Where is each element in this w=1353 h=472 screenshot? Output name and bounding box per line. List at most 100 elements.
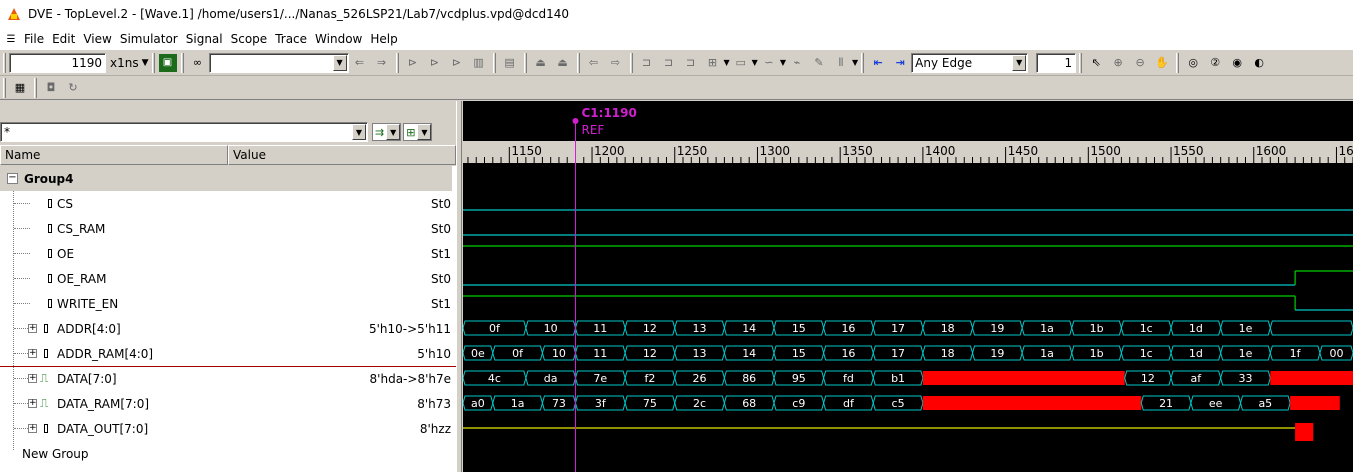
run-icon[interactable]: ⊳: [447, 53, 467, 73]
toolbar-grip[interactable]: [395, 52, 399, 73]
toolbar-grip[interactable]: [1079, 52, 1083, 73]
signal-type-filter[interactable]: ⇉ ▼: [372, 123, 402, 141]
signal-row[interactable]: + ADDR[4:0] 5'h10->5'h11: [0, 316, 456, 341]
name-column-header[interactable]: Name: [0, 145, 228, 165]
stop-icon[interactable]: ▥: [469, 53, 489, 73]
menu-help[interactable]: Help: [366, 32, 401, 46]
menu-simulator[interactable]: Simulator: [116, 32, 182, 46]
menu-edit[interactable]: Edit: [48, 32, 79, 46]
zoom-2-icon[interactable]: ②: [1205, 53, 1225, 73]
filter-input[interactable]: * ▼: [0, 122, 368, 142]
signal-row[interactable]: + ADDR_RAM[4:0] 5'h10: [0, 341, 456, 366]
chevron-down-icon[interactable]: ▼: [724, 58, 730, 67]
toolbar-grip[interactable]: [3, 52, 6, 73]
collapse-icon[interactable]: −: [7, 173, 18, 184]
toolbar-grip[interactable]: [523, 52, 527, 73]
toolbar-grip[interactable]: [629, 52, 633, 73]
edge-select[interactable]: Any Edge ▼: [911, 52, 1029, 73]
chevron-down-icon[interactable]: ▼: [332, 54, 347, 71]
signal-value: 8'h73: [417, 396, 451, 411]
schematic-icon[interactable]: ⊞: [703, 53, 723, 73]
prev-edge-icon[interactable]: ⇤: [868, 53, 888, 73]
chevron-down-icon[interactable]: ▼: [780, 58, 786, 67]
pan-hand-icon[interactable]: ✋: [1152, 53, 1172, 73]
chevron-down-icon[interactable]: ▼: [752, 58, 758, 67]
new-group-row[interactable]: New Group: [0, 441, 456, 466]
expand-icon[interactable]: +: [28, 399, 37, 408]
pencil-icon[interactable]: ✎: [809, 53, 829, 73]
zoom-full-icon[interactable]: ◐: [1249, 53, 1269, 73]
expand-icon[interactable]: +: [28, 324, 37, 333]
menu-scope[interactable]: Scope: [227, 32, 272, 46]
toolbar-grip[interactable]: [861, 52, 865, 73]
binoculars-icon[interactable]: ∞: [188, 53, 208, 73]
menu-window[interactable]: Window: [311, 32, 366, 46]
expand-icon[interactable]: +: [28, 374, 37, 383]
scope-icon[interactable]: ▣: [158, 53, 177, 72]
signal-row[interactable]: CS St0: [0, 191, 456, 216]
search-input[interactable]: ▼: [208, 52, 349, 73]
menu-view[interactable]: View: [79, 32, 115, 46]
toolbar-grip[interactable]: [3, 77, 6, 98]
toolbar-grip[interactable]: [1176, 52, 1180, 73]
eject-icon[interactable]: ⏏: [531, 53, 551, 73]
trace-x-icon[interactable]: ⊐: [681, 53, 701, 73]
zoom-area-icon[interactable]: ◉: [1227, 53, 1247, 73]
view-type-filter[interactable]: ⊞ ▼: [403, 123, 433, 141]
signal-value: St1: [431, 246, 451, 261]
path-icon[interactable]: ▭: [731, 53, 751, 73]
menu-signal[interactable]: Signal: [182, 32, 227, 46]
refresh-icon[interactable]: ↻: [63, 78, 83, 98]
chevron-down-icon[interactable]: ▼: [852, 58, 858, 67]
chip-icon[interactable]: ▦: [10, 78, 30, 98]
zoom-fit-icon[interactable]: ◎: [1183, 53, 1203, 73]
toolbar-grip[interactable]: [492, 52, 496, 73]
edge-count-input[interactable]: 1: [1036, 52, 1077, 73]
eject-all-icon[interactable]: ⏏: [553, 53, 573, 73]
time-unit-select[interactable]: x1ns ▼: [110, 56, 149, 70]
signal-row[interactable]: + DATA_OUT[7:0] 8'hzz: [0, 416, 456, 441]
toolbar-grip[interactable]: [34, 77, 37, 98]
chevron-down-icon[interactable]: ▼: [352, 124, 366, 140]
waveform-icon[interactable]: ∽: [759, 53, 779, 73]
signal-row[interactable]: + ⎍ DATA_RAM[7:0] 8'h73: [0, 391, 456, 416]
toolbar-grip[interactable]: [151, 52, 155, 73]
expand-icon[interactable]: +: [28, 424, 37, 433]
mark-icon[interactable]: ⌁: [787, 53, 807, 73]
bus-value-label: 10: [544, 322, 558, 335]
forward-icon[interactable]: ⇨: [606, 53, 626, 73]
find-next-icon[interactable]: ⇒: [372, 53, 392, 73]
bus-value-label: 4c: [488, 372, 501, 385]
toolbar-grip[interactable]: [576, 52, 580, 73]
next-edge-icon[interactable]: ⇥: [890, 53, 910, 73]
pane-splitter[interactable]: [456, 101, 462, 472]
step-icon[interactable]: ⊳: [403, 53, 423, 73]
expand-icon[interactable]: +: [28, 349, 37, 358]
next-icon[interactable]: ⊳: [425, 53, 445, 73]
chevron-down-icon[interactable]: ▼: [1012, 54, 1027, 71]
breakpoint-icon[interactable]: ◘: [41, 78, 61, 98]
trace-driver-icon[interactable]: ⊐: [637, 53, 657, 73]
back-icon[interactable]: ⇦: [584, 53, 604, 73]
menu-trace[interactable]: Trace: [271, 32, 311, 46]
signal-row[interactable]: CS_RAM St0: [0, 216, 456, 241]
signal-row[interactable]: OE St1: [0, 241, 456, 266]
trace-load-icon[interactable]: ⊐: [659, 53, 679, 73]
window-menu-icon[interactable]: ☰: [3, 29, 19, 49]
menu-file[interactable]: File: [20, 32, 48, 46]
flip-icon[interactable]: ⫴: [831, 53, 851, 73]
value-column-header[interactable]: Value: [228, 145, 456, 165]
signal-row[interactable]: OE_RAM St0: [0, 266, 456, 291]
signal-row[interactable]: + ⎍ DATA[7:0] 8'hda->8'h7e: [0, 366, 456, 391]
find-prev-icon[interactable]: ⇐: [350, 53, 370, 73]
toolbar-grip[interactable]: [180, 52, 184, 73]
waveform-canvas[interactable]: 1150 1200 1250 1300 1350 1400 1450 1500 1550 1600…: [463, 101, 1353, 472]
signal-name: CS_RAM: [57, 221, 106, 236]
zoom-out-icon[interactable]: ⊖: [1130, 53, 1150, 73]
signal-row[interactable]: WRITE_EN St1: [0, 291, 456, 316]
zoom-in-icon[interactable]: ⊕: [1108, 53, 1128, 73]
save-icon[interactable]: ▤: [500, 53, 520, 73]
select-cursor-icon[interactable]: ⇖: [1086, 53, 1106, 73]
time-input[interactable]: 1190: [9, 52, 106, 73]
group-row[interactable]: − Group4: [0, 166, 452, 191]
